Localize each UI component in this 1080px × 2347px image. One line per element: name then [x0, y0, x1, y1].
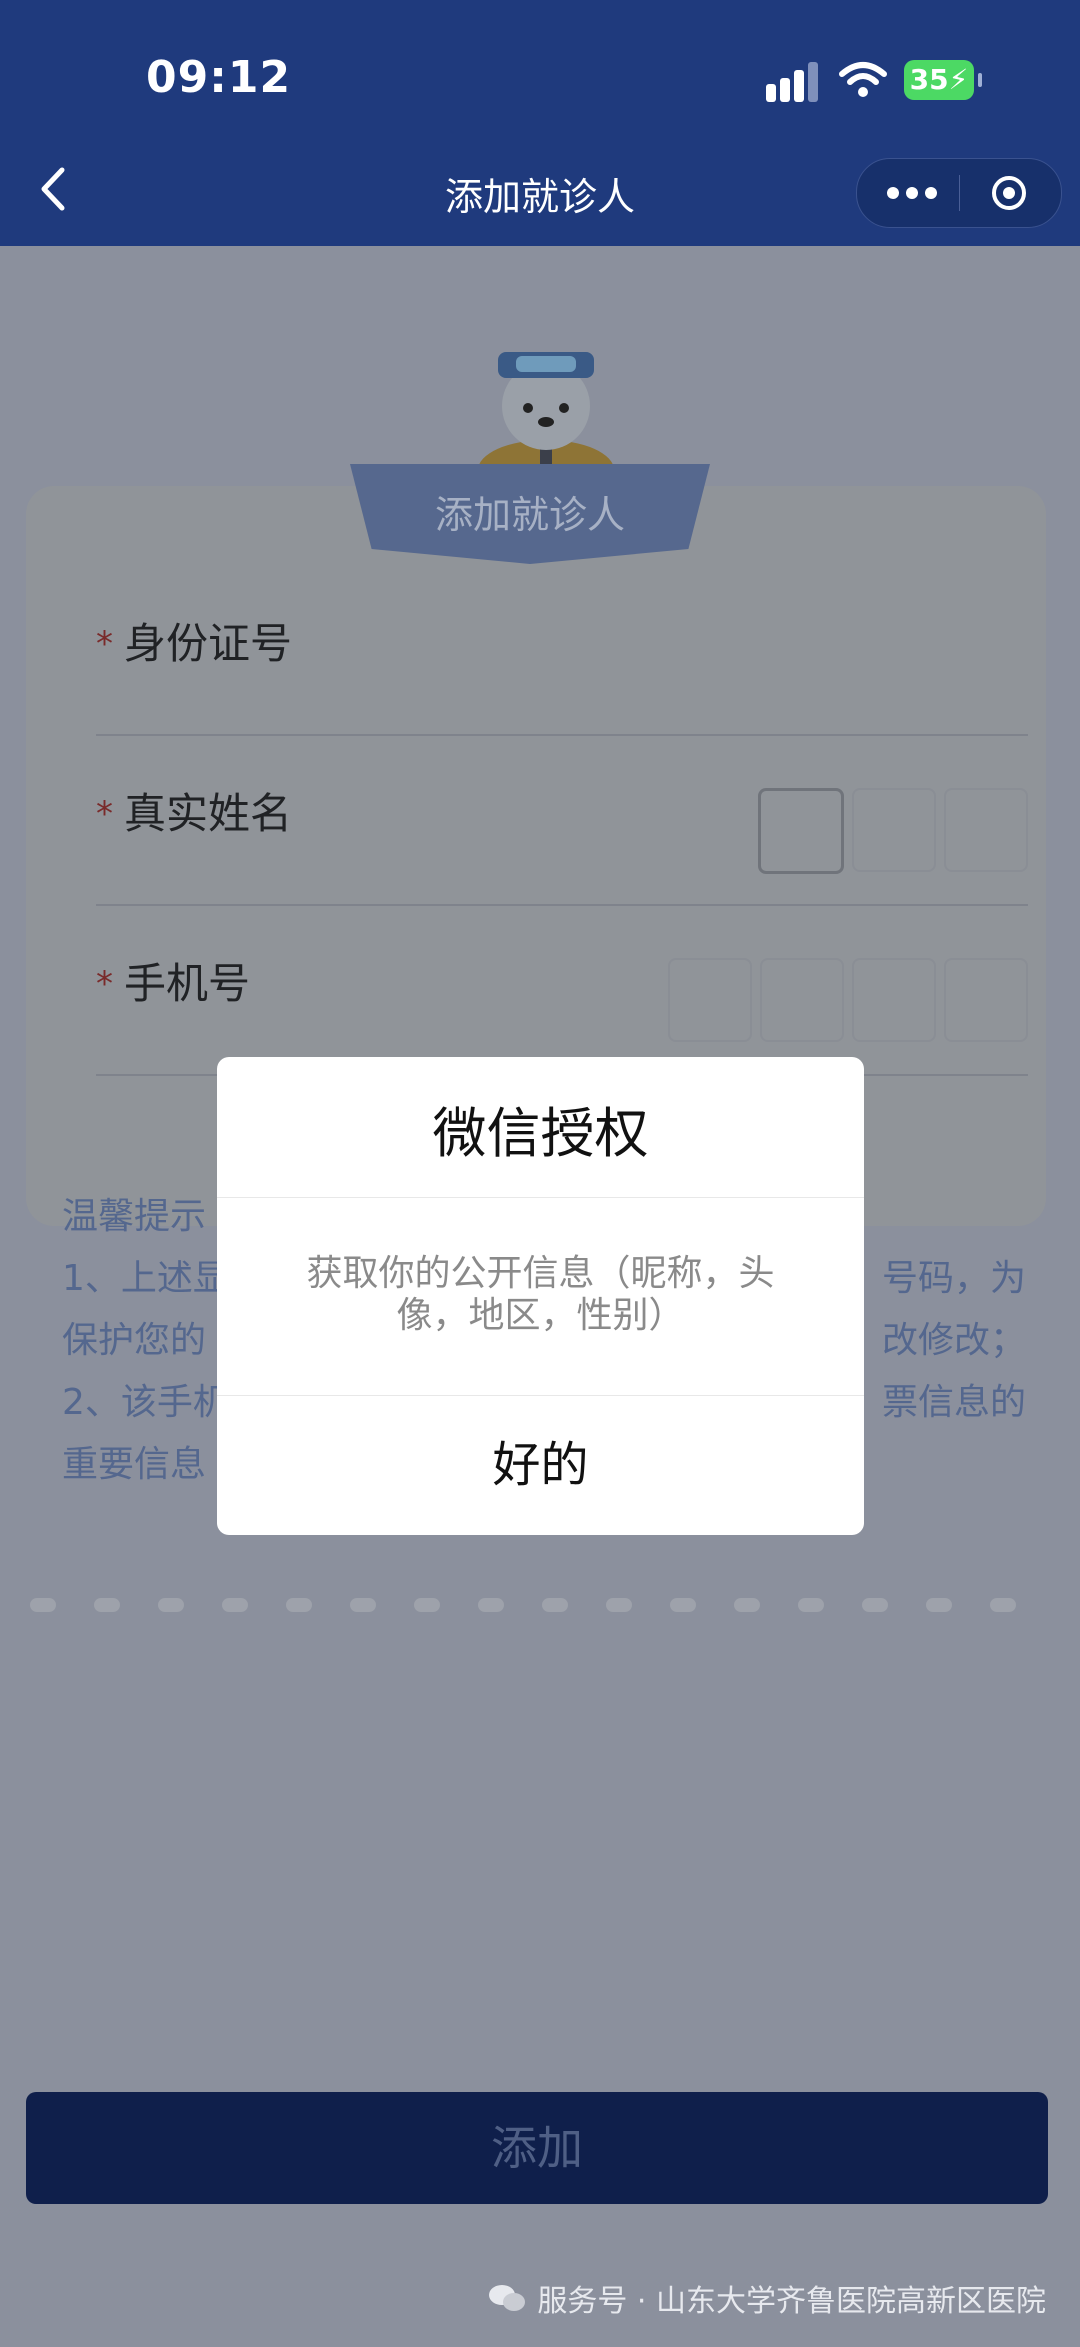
id-number-row[interactable]: * 身份证号 — [96, 566, 1028, 736]
phone-row: * 手机号 — [96, 906, 1028, 1076]
battery-icon: 35⚡ — [904, 60, 982, 100]
footer-credit-text: 服务号 · 山东大学齐鲁医院高新区医院 — [537, 2284, 1046, 2319]
wifi-icon — [839, 62, 887, 97]
tips-line-3-end: 票信息的 — [882, 1382, 1027, 1423]
tips-line-2-end: 改修改； — [882, 1320, 1027, 1361]
real-name-row: * 真实姓名 — [96, 736, 1028, 906]
phone-digit-box[interactable] — [852, 958, 936, 1042]
card-tab-label: 添加就诊人 — [434, 493, 625, 537]
phone-digit-box[interactable] — [944, 958, 1028, 1042]
battery-level: 35 — [909, 63, 949, 96]
status-time: 09:12 — [146, 52, 292, 103]
add-button[interactable]: 添加 — [26, 2092, 1048, 2204]
more-dots-icon[interactable] — [887, 185, 937, 201]
tips-line-4: 重要信息 — [62, 1444, 207, 1485]
tips-title: 温馨提示 — [62, 1196, 207, 1237]
decorative-dots — [30, 1598, 1050, 1618]
phone-input-boxes — [660, 958, 1028, 1042]
mascot-illustration — [478, 352, 614, 476]
dialog-body: 获取你的公开信息（昵称，头像，地区，性别） — [306, 1253, 775, 1336]
tips-line-1: 1、上述显 — [62, 1258, 229, 1299]
wechat-auth-dialog: 微信授权 获取你的公开信息（昵称，头像，地区，性别） 好的 — [217, 1057, 864, 1535]
phone-digit-box[interactable] — [668, 958, 752, 1042]
dialog-title: 微信授权 — [432, 1102, 649, 1165]
required-mark: * — [96, 794, 113, 834]
close-miniprogram-icon[interactable] — [991, 175, 1027, 211]
tips-line-2: 保护您的 — [62, 1320, 207, 1361]
required-mark: * — [96, 964, 113, 1004]
phone-label: 手机号 — [124, 959, 251, 1008]
footer-credit: 服务号 · 山东大学齐鲁医院高新区医院 — [487, 2276, 1046, 2320]
tips-line-1-end: 号码，为 — [882, 1258, 1027, 1299]
id-number-label: 身份证号 — [124, 619, 293, 668]
phone-digit-box[interactable] — [760, 958, 844, 1042]
real-name-label: 真实姓名 — [124, 789, 293, 838]
name-char-box[interactable] — [944, 788, 1028, 872]
miniprogram-capsule — [856, 158, 1062, 228]
name-char-box[interactable] — [852, 788, 936, 872]
name-char-box[interactable] — [758, 788, 844, 874]
dialog-divider — [217, 1197, 864, 1198]
top-bar: 09:12 35⚡ 添加就诊人 — [0, 0, 1080, 246]
cellular-signal-icon — [766, 62, 822, 102]
name-input-boxes — [750, 788, 1028, 874]
required-mark: * — [96, 624, 113, 664]
tips-line-3: 2、该手机 — [62, 1382, 229, 1423]
dialog-ok-button[interactable]: 好的 — [217, 1395, 864, 1535]
wechat-icon — [489, 2285, 526, 2311]
capsule-divider — [959, 175, 960, 211]
